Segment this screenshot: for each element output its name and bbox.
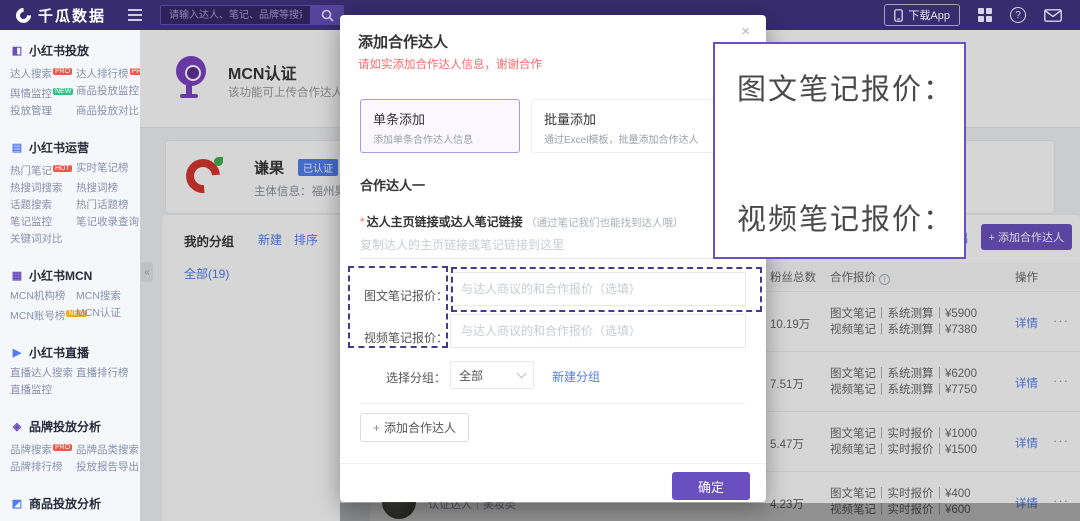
app-title: 千瓜数据 <box>38 5 106 26</box>
sidebar-item-brand-category-search[interactable]: 品牌品类搜索NEW <box>76 441 140 457</box>
sidebar-item-hotword-rank[interactable]: 热搜词榜 <box>76 182 140 195</box>
pro-badge: PRO <box>53 68 72 75</box>
sidebar-item-promo-report-export[interactable]: 投放报告导出 <box>76 461 140 474</box>
brand-icon: ◈ <box>10 420 24 433</box>
zoom-callout-box: 图文笔记报价： 视频笔记报价： <box>713 42 966 259</box>
sidebar-section-goods-analysis: ◩ 商品投放分析 <box>10 495 140 512</box>
help-icon[interactable]: ? <box>1010 7 1026 23</box>
sidebar-item-mcn-account-rank[interactable]: MCN账号榜NEW <box>10 307 76 323</box>
image-price-label: 图文笔记报价： <box>364 287 448 304</box>
sidebar-section-xhs-mcn: ▦ 小红书MCN MCN机构榜 MCN搜索 MCN账号榜NEW MCN认证 <box>10 267 140 323</box>
modal-warning: 请如实添加合作达人信息，谢谢合作 <box>358 56 542 72</box>
add-collab-modal: 添加合作达人 请如实添加合作达人信息，谢谢合作 × 单条添加 添加单条合作达人信… <box>340 15 766 502</box>
sidebar-item-goods-promo-compare[interactable]: 商品投放对比 <box>76 105 140 118</box>
qiangua-logo-icon <box>13 4 34 25</box>
image-price-input[interactable] <box>450 272 746 306</box>
sidebar-item-realtime-note-rank[interactable]: 实时笔记榜 <box>76 162 140 178</box>
operation-icon: ▤ <box>10 141 24 154</box>
modal-title: 添加合作达人 <box>358 31 448 52</box>
sidebar-item-goods-promo-monitor[interactable]: 商品投放监控 <box>76 85 140 101</box>
sidebar-section-brand-analysis: ◈ 品牌投放分析 品牌搜索PRO 品牌品类搜索NEW 品牌排行榜 投放报告导出 <box>10 418 140 474</box>
app-root: 千瓜数据 下载App ? <box>0 0 1080 521</box>
navbar-actions: 下载App ? <box>884 4 1062 26</box>
app-logo[interactable]: 千瓜数据 <box>16 5 106 26</box>
goods-icon: ◩ <box>10 497 24 510</box>
section-title: 小红书直播 <box>29 344 89 361</box>
link-field-label-row: *达人主页链接或达人笔记链接 （通过笔记我们也能找到达人哦） <box>360 213 684 230</box>
group-select-label: 选择分组： <box>386 369 446 386</box>
collab-section-title: 合作达人一 <box>360 175 425 194</box>
live-icon: ▶ <box>10 346 24 359</box>
apps-grid-icon[interactable] <box>978 8 992 22</box>
phone-icon <box>894 9 903 22</box>
pro-badge: PRO <box>53 444 72 451</box>
sidebar-item-promo-manage[interactable]: 投放管理 <box>10 105 76 118</box>
section-title: 小红书MCN <box>29 267 92 284</box>
plus-icon: + <box>373 421 380 435</box>
sidebar-item-mcn-search[interactable]: MCN搜索 <box>76 290 140 303</box>
video-price-label: 视频笔记报价： <box>364 329 448 346</box>
sidebar-item-brand-rank[interactable]: 品牌排行榜 <box>10 461 76 474</box>
mail-icon[interactable] <box>1044 9 1062 22</box>
sidebar-item-brand-search[interactable]: 品牌搜索PRO <box>10 441 76 457</box>
required-mark: * <box>360 215 365 229</box>
hot-badge: HOT <box>53 165 72 172</box>
download-app-label: 下载App <box>908 7 950 23</box>
new-badge: NEW <box>53 88 73 95</box>
pro-badge: PRO <box>130 68 141 75</box>
sidebar-item-mcn-org-rank[interactable]: MCN机构榜 <box>10 290 76 303</box>
callout-video-price: 视频笔记报价： <box>737 196 954 238</box>
sidebar-item-note-monitor[interactable]: 笔记监控 <box>10 216 76 229</box>
sidebar-item-keyword-compare[interactable]: 关键词对比 <box>10 233 76 246</box>
close-icon[interactable]: × <box>741 23 750 40</box>
search-icon <box>321 9 334 22</box>
sidebar-item-live-monitor[interactable]: 直播监控 <box>10 384 76 397</box>
new-group-link[interactable]: 新建分组 <box>552 368 600 385</box>
global-search-bar <box>160 5 344 25</box>
chevron-down-icon <box>517 369 527 379</box>
sidebar-item-note-index-query[interactable]: 笔记收录查询 <box>76 216 140 229</box>
section-title: 品牌投放分析 <box>29 418 101 435</box>
promotion-icon: ◧ <box>10 44 24 57</box>
sidebar-item-sentiment-monitor[interactable]: 舆情监控NEW <box>10 85 76 101</box>
search-input[interactable] <box>160 5 310 25</box>
section-title: 小红书投放 <box>29 42 89 59</box>
mcn-icon: ▦ <box>10 269 24 282</box>
video-price-input[interactable] <box>450 314 746 348</box>
menu-icon[interactable] <box>128 9 142 21</box>
sidebar-item-live-daren-search[interactable]: 直播达人搜索 <box>10 367 76 380</box>
sidebar-item-hotword-search[interactable]: 热搜词搜索 <box>10 182 76 195</box>
sidebar-item-daren-rank[interactable]: 达人排行榜PRO <box>76 65 140 81</box>
download-app-button[interactable]: 下载App <box>884 4 960 26</box>
sidebar-item-hot-notes[interactable]: 热门笔记HOT <box>10 162 76 178</box>
confirm-button[interactable]: 确定 <box>672 472 750 500</box>
sidebar-section-xhs-live: ▶ 小红书直播 直播达人搜索 直播排行榜 直播监控 <box>10 344 140 397</box>
tab-single-add[interactable]: 单条添加 添加单条合作达人信息 <box>360 99 520 153</box>
add-another-daren-button[interactable]: +添加合作达人 <box>360 413 469 442</box>
sidebar-section-xhs-promotion: ◧ 小红书投放 达人搜索PRO 达人排行榜PRO 舆情监控NEW 商品投放监控 … <box>10 42 140 118</box>
modal-backdrop-strip <box>340 503 1080 521</box>
link-field-hint: （通过笔记我们也能找到达人哦） <box>526 217 684 229</box>
sidebar-item-topic-search[interactable]: 话题搜索 <box>10 199 76 212</box>
callout-image-price: 图文笔记报价： <box>737 66 954 108</box>
section-title: 小红书运营 <box>29 139 89 156</box>
divider <box>360 403 746 404</box>
sidebar-item-live-rank[interactable]: 直播排行榜 <box>76 367 140 380</box>
sidebar-item-mcn-cert[interactable]: MCN认证 <box>76 307 140 323</box>
section-title: 商品投放分析 <box>29 495 101 512</box>
sidebar-section-xhs-operation: ▤ 小红书运营 热门笔记HOT 实时笔记榜 热搜词搜索 热搜词榜 话题搜索 热门… <box>10 139 140 246</box>
group-select[interactable]: 全部 <box>450 361 534 389</box>
search-button[interactable] <box>310 5 344 25</box>
sidebar-item-hot-topic-rank[interactable]: 热门话题榜 <box>76 199 140 212</box>
sidebar: ◧ 小红书投放 达人搜索PRO 达人排行榜PRO 舆情监控NEW 商品投放监控 … <box>0 30 140 521</box>
sidebar-item-daren-search[interactable]: 达人搜索PRO <box>10 65 76 81</box>
daren-link-input[interactable] <box>360 231 746 259</box>
modal-footer: 确定 <box>340 463 766 502</box>
